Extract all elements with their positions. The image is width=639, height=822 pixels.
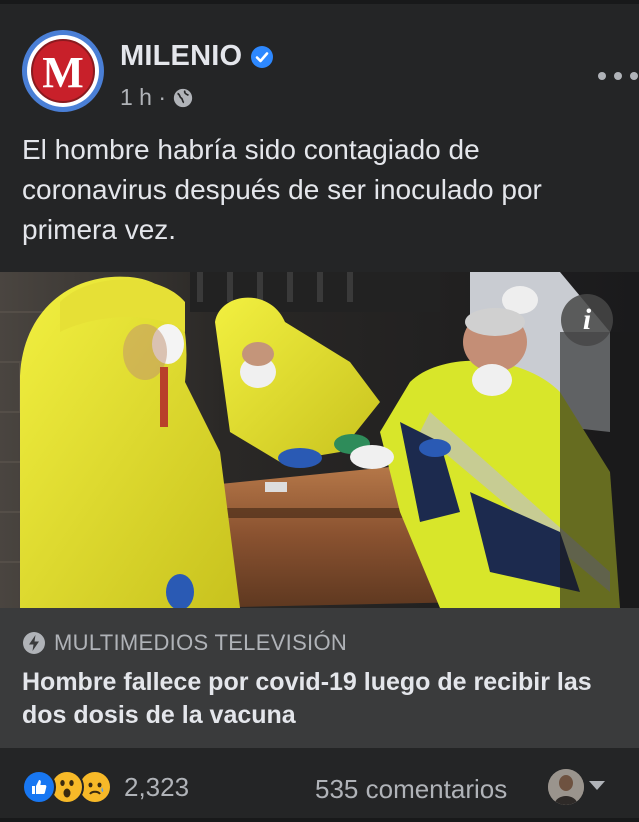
post-card: M MILENIO 1 h · El hombre habría sido co…	[0, 4, 639, 818]
post-footer: 2,323 535 comentarios	[0, 748, 639, 822]
reaction-count: 2,323	[124, 771, 190, 802]
dot	[598, 72, 606, 80]
post-meta: 1 h ·	[120, 84, 194, 111]
comments-count-link[interactable]: 535 comentarios	[315, 774, 507, 805]
post-image[interactable]: i	[0, 272, 639, 608]
dot	[630, 72, 638, 80]
post-time[interactable]: 1 h ·	[120, 84, 166, 111]
page-name-row: MILENIO	[120, 40, 274, 73]
link-source-row: MULTIMEDIOS TELEVISIÓN	[22, 630, 347, 656]
avatar-letter: M	[42, 48, 84, 97]
link-preview[interactable]: MULTIMEDIOS TELEVISIÓN Hombre fallece po…	[0, 608, 639, 748]
post-text: El hombre habría sido contagiado de coro…	[22, 134, 542, 245]
page-name[interactable]: MILENIO	[120, 40, 242, 73]
chevron-down-icon[interactable]	[589, 781, 605, 790]
avatar-ring: M	[27, 35, 99, 107]
avatar-logo: M	[31, 39, 95, 103]
more-options-icon[interactable]	[598, 66, 638, 86]
funeral-photo-illustration	[0, 272, 639, 608]
post-header: M MILENIO 1 h ·	[22, 30, 638, 114]
dot	[614, 72, 622, 80]
link-title[interactable]: Hombre fallece por covid-19 luego de rec…	[22, 666, 617, 732]
viewer-avatar[interactable]	[548, 769, 584, 805]
link-source: MULTIMEDIOS TELEVISIÓN	[54, 630, 348, 655]
like-reaction-icon	[22, 770, 56, 804]
verified-badge-icon	[251, 45, 274, 68]
reactions-summary[interactable]: 2,323	[22, 770, 189, 804]
page-avatar[interactable]: M	[22, 30, 104, 112]
info-icon[interactable]: i	[561, 294, 613, 346]
info-label: i	[582, 303, 592, 336]
globe-icon	[173, 88, 193, 107]
bolt-icon	[23, 632, 45, 654]
